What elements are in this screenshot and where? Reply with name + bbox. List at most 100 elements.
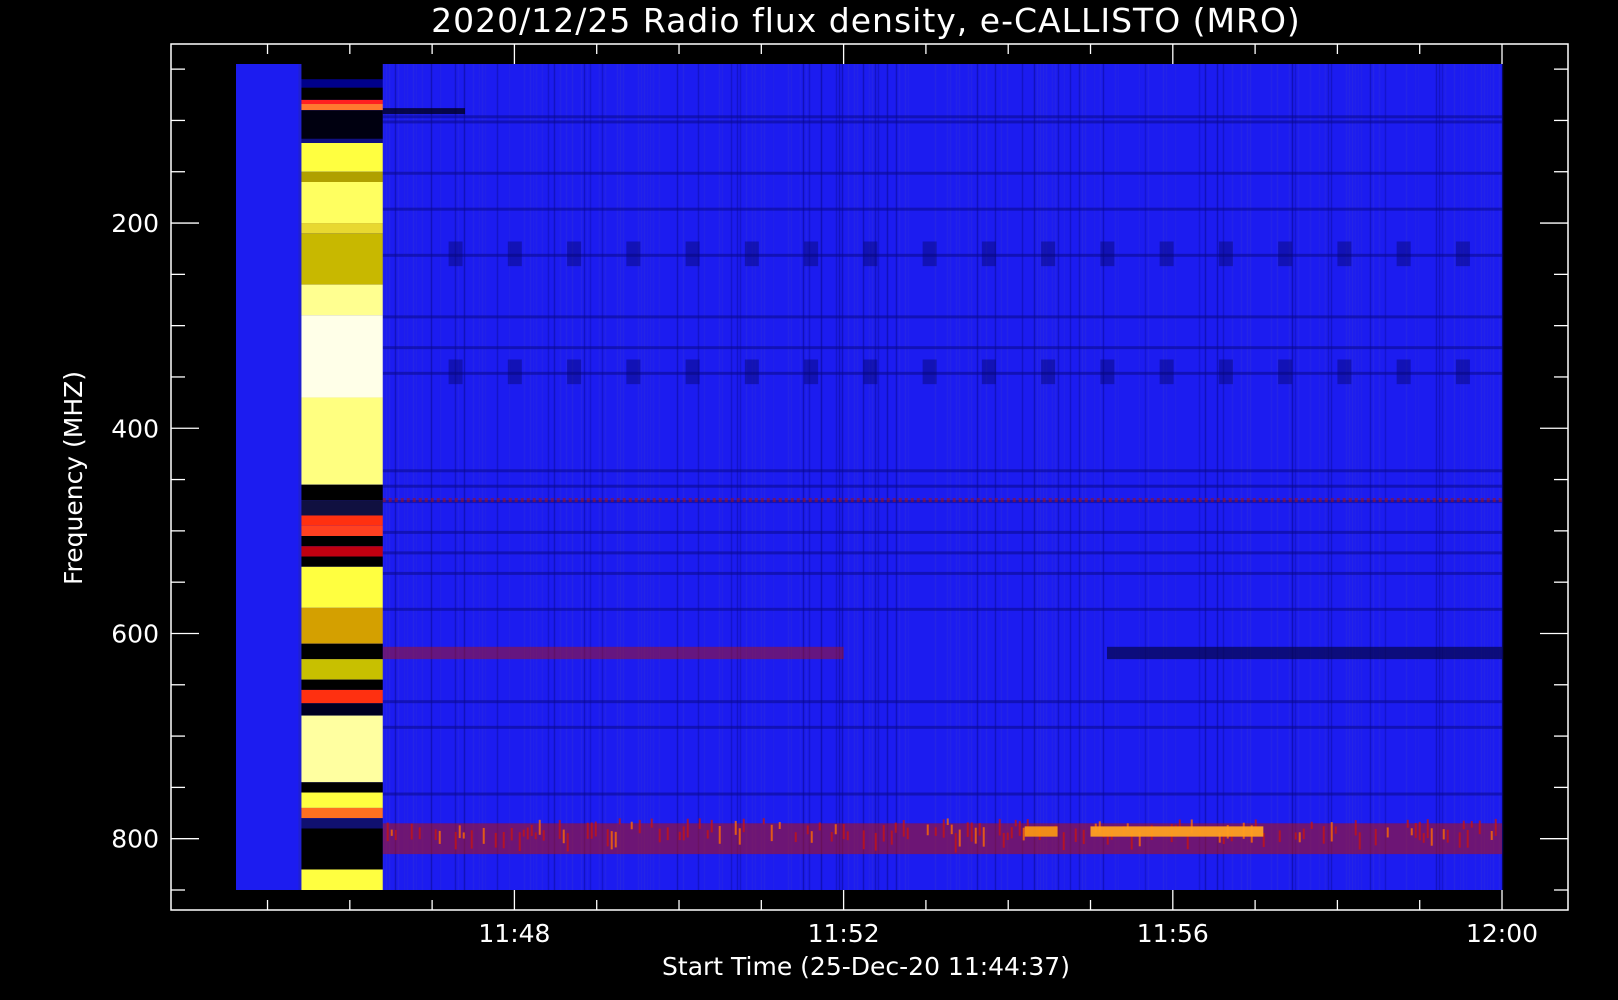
emission-dot — [706, 498, 710, 503]
emission-speck — [958, 829, 961, 847]
noise-stripe — [484, 64, 487, 890]
emission-speck — [526, 827, 529, 840]
emission-dot — [1000, 498, 1004, 503]
noise-stripe — [508, 64, 511, 890]
emission-dot — [736, 498, 740, 503]
emission-speck — [418, 827, 421, 840]
emission-dot — [1438, 498, 1442, 503]
calibration-segment — [300, 171, 383, 182]
emission-dot — [502, 498, 506, 503]
emission-dot — [490, 498, 494, 503]
noise-stripe — [1309, 64, 1312, 890]
emission-speck — [606, 829, 609, 847]
emission-speck — [458, 825, 461, 839]
noise-stripe — [589, 64, 592, 890]
noise-stripe — [1045, 64, 1048, 890]
dark-patch — [1041, 241, 1056, 267]
emission-speck — [1418, 821, 1421, 841]
dark-patch — [863, 241, 878, 267]
noise-stripe — [1084, 64, 1087, 890]
emission-dot — [964, 498, 968, 503]
emission-speck — [530, 824, 533, 837]
emission-speck — [562, 829, 565, 844]
emission-dot — [1474, 498, 1478, 503]
noise-stripe — [754, 64, 757, 890]
noise-stripe — [601, 64, 604, 890]
emission-dot — [1090, 498, 1094, 503]
calibration-segment — [300, 525, 383, 536]
faint-band — [382, 315, 1502, 319]
emission-speck — [1494, 818, 1497, 836]
emission-dot — [1156, 498, 1160, 503]
noise-stripe — [862, 64, 865, 890]
emission-dot — [718, 498, 722, 503]
noise-stripe — [1144, 64, 1147, 890]
emission-dot — [1366, 498, 1370, 503]
dark-band-618 — [1106, 646, 1502, 660]
emission-speck — [638, 819, 641, 834]
dark-patch — [1278, 359, 1293, 385]
emission-dot — [658, 498, 662, 503]
noise-stripe — [985, 64, 988, 890]
emission-dot — [970, 498, 974, 503]
emission-speck — [1414, 823, 1417, 838]
dark-patch — [1455, 241, 1470, 267]
emission-dot — [646, 498, 650, 503]
noise-stripe — [598, 64, 601, 890]
emission-dot — [1072, 498, 1076, 503]
emission-dot — [652, 498, 656, 503]
emission-speck — [658, 828, 661, 843]
emission-dot — [628, 498, 632, 503]
dark-patch — [1100, 241, 1115, 267]
emission-speck — [1330, 822, 1333, 842]
y-tick-label: 800 — [111, 825, 159, 854]
emission-dot — [808, 498, 812, 503]
noise-stripe — [586, 64, 589, 890]
emission-dot — [454, 498, 458, 503]
calibration-segment — [300, 703, 383, 716]
noise-stripe — [841, 64, 844, 890]
emission-dot — [862, 498, 866, 503]
emission-speck — [1386, 827, 1389, 838]
emission-dot — [1426, 498, 1430, 503]
emission-dot — [874, 498, 878, 503]
calibration-segment — [300, 99, 383, 105]
bright-burst — [1090, 826, 1264, 837]
emission-dot — [766, 498, 770, 503]
calibration-segment — [300, 233, 383, 285]
noise-stripe — [1270, 64, 1273, 890]
emission-dot — [436, 498, 440, 503]
emission-speck — [818, 822, 821, 831]
emission-dot — [520, 498, 524, 503]
emission-speck — [882, 825, 885, 842]
emission-dot — [1342, 498, 1346, 503]
emission-dot — [442, 498, 446, 503]
emission-speck — [978, 823, 981, 836]
calibration-segment — [300, 715, 383, 783]
emission-speck — [1322, 826, 1325, 844]
emission-dot — [1126, 498, 1130, 503]
faint-band — [382, 571, 1502, 575]
emission-dot — [550, 498, 554, 503]
emission-dot — [850, 498, 854, 503]
noise-stripe — [535, 64, 538, 890]
emission-dot — [1276, 498, 1280, 503]
noise-stripe — [1444, 64, 1447, 890]
emission-speck — [926, 824, 929, 836]
emission-speck — [890, 830, 893, 845]
emission-dot — [1108, 498, 1112, 503]
emission-dot — [1402, 498, 1406, 503]
emission-dot — [592, 498, 596, 503]
emission-speck — [1018, 821, 1021, 836]
noise-stripe — [970, 64, 973, 890]
noise-stripe — [622, 64, 625, 890]
emission-speck — [1302, 828, 1305, 840]
emission-dot — [958, 498, 962, 503]
noise-stripe — [1093, 64, 1096, 890]
noise-stripe — [1345, 64, 1348, 890]
emission-dot — [1132, 498, 1136, 503]
emission-speck — [946, 818, 949, 826]
emission-dot — [676, 498, 680, 503]
noise-stripe — [1414, 64, 1417, 890]
emission-dot — [844, 498, 848, 503]
